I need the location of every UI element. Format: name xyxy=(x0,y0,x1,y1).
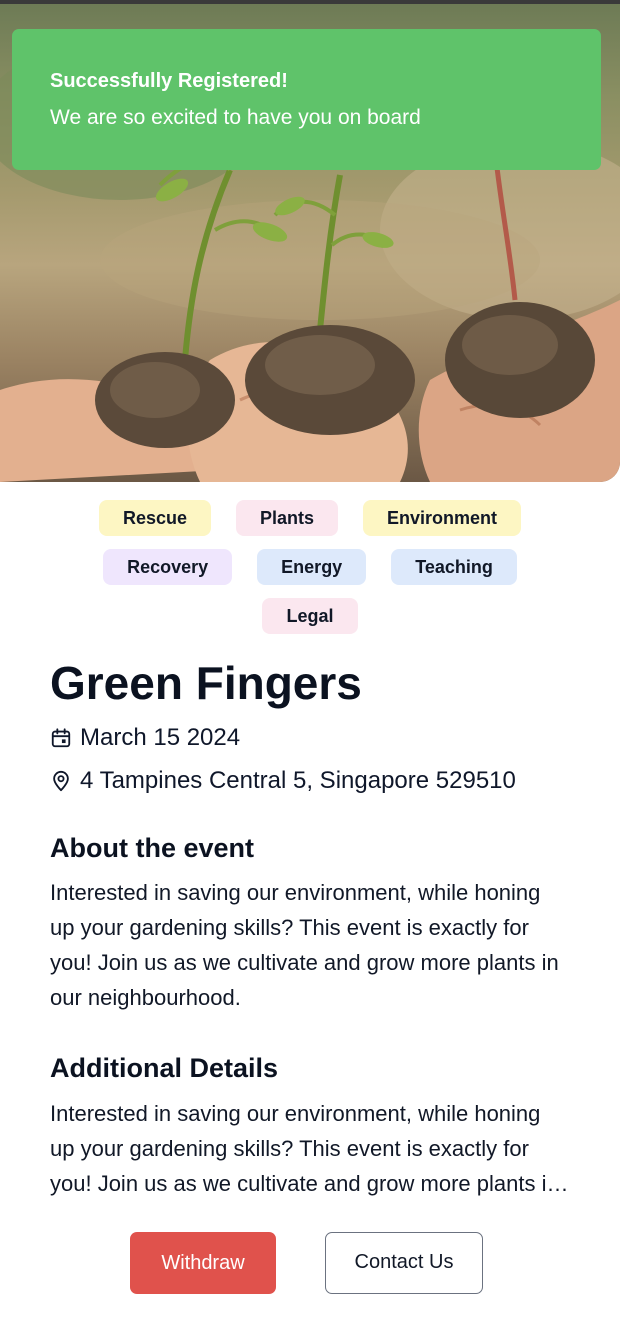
toast-title: Successfully Registered! xyxy=(50,70,288,92)
additional-details-text: Interested in saving our environment, wh… xyxy=(50,1101,559,1196)
tag-energy: Energy xyxy=(257,549,367,585)
tag-row: Legal xyxy=(0,598,620,634)
additional-details-heading: Additional Details xyxy=(50,1053,279,1083)
tag-rescue: Rescue xyxy=(98,500,211,536)
calendar-icon xyxy=(51,728,71,748)
about-text: Interested in saving our environment, wh… xyxy=(50,880,559,1010)
tag-row: Rescue Plants Environment xyxy=(0,500,620,536)
event-date-text: March 15 2024 xyxy=(80,724,241,751)
tag-plants: Plants xyxy=(236,500,339,536)
withdraw-button[interactable]: Withdraw xyxy=(130,1232,276,1294)
event-location: 4 Tampines Central 5, Singapore 529510 xyxy=(50,767,516,795)
event-location-text: 4 Tampines Central 5, Singapore 529510 xyxy=(80,767,516,794)
contact-us-button[interactable]: Contact Us xyxy=(325,1232,483,1294)
event-title: Green Fingers xyxy=(50,657,362,709)
event-date: March 15 2024 xyxy=(50,724,240,752)
success-toast: Successfully Registered! We are so excit… xyxy=(12,29,601,170)
tag-environment: Environment xyxy=(363,500,522,536)
tag-legal: Legal xyxy=(262,598,358,634)
tag-teaching: Teaching xyxy=(391,549,517,585)
tag-row: Recovery Energy Teaching xyxy=(0,549,620,585)
tag-recovery: Recovery xyxy=(103,549,233,585)
tag-list: Rescue Plants Environment Recovery Energ… xyxy=(0,500,620,647)
toast-message: We are so excited to have you on board xyxy=(50,106,421,129)
location-pin-icon xyxy=(53,770,69,792)
event-detail-page: Successfully Registered! We are so excit… xyxy=(0,0,620,1334)
about-heading: About the event xyxy=(50,833,255,863)
